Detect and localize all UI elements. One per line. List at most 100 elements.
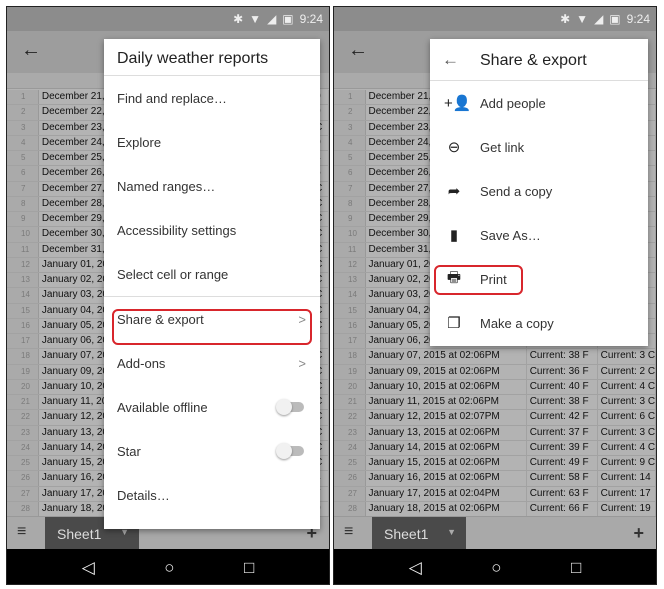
cell-fahrenheit[interactable]: Current: 66 F xyxy=(527,501,598,516)
menu-item[interactable]: ➦ Send a copy xyxy=(430,169,648,213)
table-row[interactable]: 20 January 10, 2015 at 02:06PM Current: 40… xyxy=(334,379,656,395)
cell-fahrenheit[interactable]: Current: 39 F xyxy=(527,440,598,455)
cell-fahrenheit[interactable]: Current: 38 F xyxy=(527,395,598,410)
menu-title: Share & export xyxy=(480,52,587,69)
cell-fahrenheit[interactable]: Current: 40 F xyxy=(527,379,598,394)
dropdown-arrow-icon[interactable]: ▼ xyxy=(447,527,456,537)
home-nav-icon[interactable]: ○ xyxy=(491,558,501,578)
menu-item[interactable]: Accessibility settings xyxy=(104,208,320,252)
status-bar: ✱ ▼ ◢ ▣ 9:24 xyxy=(7,7,329,31)
cell-date[interactable]: January 12, 2015 at 02:07PM xyxy=(366,410,527,425)
cell-date[interactable]: January 14, 2015 at 02:06PM xyxy=(366,440,527,455)
menu-item[interactable]: Available offline xyxy=(104,385,320,429)
row-number: 28 xyxy=(334,501,366,516)
cell-fahrenheit[interactable]: Current: 49 F xyxy=(527,456,598,471)
cell-date[interactable]: January 16, 2015 at 02:06PM xyxy=(366,471,527,486)
cell-fahrenheit[interactable]: Current: 36 F xyxy=(527,364,598,379)
cell-date[interactable]: January 07, 2015 at 02:06PM xyxy=(366,349,527,364)
menu-item-label: Save As… xyxy=(480,227,541,243)
recents-nav-icon[interactable]: □ xyxy=(244,558,254,578)
row-number: 13 xyxy=(7,273,39,288)
back-arrow-icon[interactable]: ← xyxy=(348,39,368,62)
row-number: 6 xyxy=(334,166,366,181)
row-number: 4 xyxy=(334,135,366,150)
sheet-list-icon[interactable]: ≡ xyxy=(17,523,26,541)
cell-date[interactable]: January 11, 2015 at 02:06PM xyxy=(366,395,527,410)
cell-celsius[interactable]: Current: 3 C xyxy=(598,425,656,440)
menu-item[interactable]: +👤 Add people xyxy=(430,81,648,125)
table-row[interactable]: 26 January 16, 2015 at 02:06PM Current: 58… xyxy=(334,471,656,487)
menu-item[interactable]: ⊖ Get link xyxy=(430,125,648,169)
clock: 9:24 xyxy=(626,12,650,26)
highlight-box xyxy=(112,309,312,345)
cell-celsius[interactable]: Current: 6 C xyxy=(598,410,656,425)
table-row[interactable]: 22 January 12, 2015 at 02:07PM Current: 42… xyxy=(334,410,656,426)
cell-celsius[interactable]: Current: 19 xyxy=(598,501,656,516)
menu-item[interactable]: Add-ons > xyxy=(104,341,320,385)
sheet-tab-label: Sheet1 xyxy=(57,526,102,542)
table-row[interactable]: 27 January 17, 2015 at 02:04PM Current: 63… xyxy=(334,486,656,502)
menu-item[interactable]: Named ranges… xyxy=(104,164,320,208)
cell-celsius[interactable]: Current: 4 C xyxy=(598,379,656,394)
status-bar: ✱ ▼ ◢ ▣ 9:24 xyxy=(334,7,656,31)
cell-date[interactable]: January 13, 2015 at 02:06PM xyxy=(366,425,527,440)
row-number: 17 xyxy=(334,334,366,349)
back-arrow-icon[interactable]: ← xyxy=(21,39,41,62)
row-number: 12 xyxy=(7,257,39,272)
link-icon: ⊖ xyxy=(447,139,461,156)
menu-item-label: Explore xyxy=(117,134,162,150)
file-icon: ▮ xyxy=(449,227,459,244)
cell-celsius[interactable]: Current: 17 xyxy=(598,486,656,501)
back-arrow-icon[interactable]: ← xyxy=(442,50,459,70)
cell-celsius[interactable]: Current: 14 xyxy=(598,471,656,486)
back-nav-icon[interactable]: ◁ xyxy=(409,558,422,578)
menu-item[interactable]: ❐ Make a copy xyxy=(430,301,648,345)
cell-fahrenheit[interactable]: Current: 42 F xyxy=(527,410,598,425)
cell-fahrenheit[interactable]: Current: 63 F xyxy=(527,486,598,501)
menu-item[interactable]: Find and replace… xyxy=(104,76,320,120)
clock: 9:24 xyxy=(299,12,323,26)
sheet-list-icon[interactable]: ≡ xyxy=(344,523,353,541)
row-number: 1 xyxy=(334,90,366,105)
table-row[interactable]: 21 January 11, 2015 at 02:06PM Current: 38… xyxy=(334,395,656,411)
phone-left: ✱▼ ◢▣ 9:24 ← 1December 21,02December 22,… xyxy=(6,6,330,585)
toggle-switch[interactable] xyxy=(276,399,304,415)
cell-fahrenheit[interactable]: Current: 38 F xyxy=(527,349,598,364)
menu-item[interactable]: Select cell or range xyxy=(104,252,320,296)
row-number: 11 xyxy=(7,242,39,257)
row-number: 3 xyxy=(334,120,366,135)
table-row[interactable]: 25 January 15, 2015 at 02:06PM Current: 49… xyxy=(334,456,656,472)
cell-celsius[interactable]: Current: 3 C xyxy=(598,349,656,364)
recents-nav-icon[interactable]: □ xyxy=(571,558,581,578)
menu-item[interactable]: ▮ Save As… xyxy=(430,213,648,257)
cell-celsius[interactable]: Current: 4 C xyxy=(598,440,656,455)
bluetooth-icon: ✱ xyxy=(233,12,244,26)
table-row[interactable]: 19 January 09, 2015 at 02:06PM Current: 36… xyxy=(334,364,656,380)
cell-date[interactable]: January 15, 2015 at 02:06PM xyxy=(366,456,527,471)
row-number: 11 xyxy=(334,242,366,257)
table-row[interactable]: 28 January 18, 2015 at 02:06PM Current: 66… xyxy=(334,501,656,517)
cell-fahrenheit[interactable]: Current: 58 F xyxy=(527,471,598,486)
back-nav-icon[interactable]: ◁ xyxy=(82,558,95,578)
home-nav-icon[interactable]: ○ xyxy=(164,558,174,578)
copy-icon: ❐ xyxy=(447,315,461,332)
menu-item[interactable]: Details… xyxy=(104,473,320,517)
toggle-switch[interactable] xyxy=(276,443,304,459)
add-sheet-icon[interactable]: + xyxy=(633,523,644,544)
cell-fahrenheit[interactable]: Current: 37 F xyxy=(527,425,598,440)
cell-date[interactable]: January 10, 2015 at 02:06PM xyxy=(366,379,527,394)
cell-celsius[interactable]: Current: 3 C xyxy=(598,395,656,410)
table-row[interactable]: 18 January 07, 2015 at 02:06PM Current: 38… xyxy=(334,349,656,365)
cell-celsius[interactable]: Current: 9 C xyxy=(598,456,656,471)
cell-date[interactable]: January 09, 2015 at 02:06PM xyxy=(366,364,527,379)
cell-date[interactable]: January 18, 2015 at 02:06PM xyxy=(366,501,527,516)
table-row[interactable]: 23 January 13, 2015 at 02:06PM Current: 37… xyxy=(334,425,656,441)
cell-date[interactable]: January 17, 2015 at 02:04PM xyxy=(366,486,527,501)
row-number: 5 xyxy=(7,151,39,166)
row-number: 17 xyxy=(7,334,39,349)
cell-celsius[interactable]: Current: 2 C xyxy=(598,364,656,379)
table-row[interactable]: 24 January 14, 2015 at 02:06PM Current: 39… xyxy=(334,440,656,456)
menu-item[interactable]: Star xyxy=(104,429,320,473)
sheet-tab[interactable]: Sheet1 ▼ xyxy=(372,517,466,550)
menu-item[interactable]: Explore xyxy=(104,120,320,164)
